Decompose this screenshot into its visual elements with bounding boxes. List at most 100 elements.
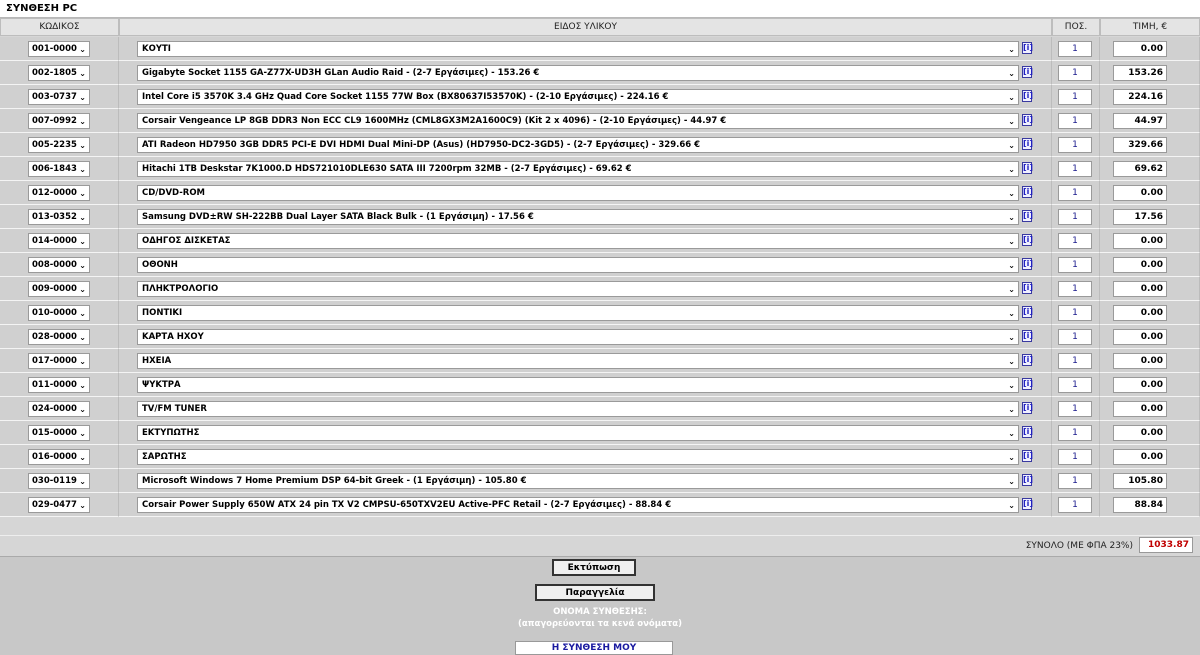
table-row: 009-0000 ⌄ ΠΛΗΚΤΡΟΛΟΓΙΟ ⌄ [i] 1 0.00 xyxy=(0,277,1200,301)
component-select[interactable]: ΣΑΡΩΤΗΣ ⌄ xyxy=(137,449,1019,465)
code-select[interactable]: 009-0000 ⌄ xyxy=(28,281,90,297)
code-value: 011-0000 xyxy=(32,380,77,390)
component-select[interactable]: Corsair Vengeance LP 8GB DDR3 Non ECC CL… xyxy=(137,113,1019,129)
info-icon[interactable]: [i] xyxy=(1022,378,1033,390)
info-icon[interactable]: [i] xyxy=(1022,186,1033,198)
quantity-input[interactable]: 1 xyxy=(1058,401,1092,417)
code-select[interactable]: 003-0737 ⌄ xyxy=(28,89,90,105)
info-icon[interactable]: [i] xyxy=(1022,330,1033,342)
component-select[interactable]: Hitachi 1TB Deskstar 7K1000.D HDS721010D… xyxy=(137,161,1019,177)
info-icon[interactable]: [i] xyxy=(1022,138,1033,150)
code-value: 015-0000 xyxy=(32,428,77,438)
component-select[interactable]: ΨΥΚΤΡΑ ⌄ xyxy=(137,377,1019,393)
quantity-input[interactable]: 1 xyxy=(1058,209,1092,225)
code-select[interactable]: 024-0000 ⌄ xyxy=(28,401,90,417)
code-select[interactable]: 016-0000 ⌄ xyxy=(28,449,90,465)
code-select[interactable]: 010-0000 ⌄ xyxy=(28,305,90,321)
composition-name-input[interactable]: Η ΣΥΝΘΕΣΗ ΜΟΥ xyxy=(515,641,673,655)
code-value: 014-0000 xyxy=(32,236,77,246)
table-row: 024-0000 ⌄ TV/FM TUNER ⌄ [i] 1 0.00 xyxy=(0,397,1200,421)
info-icon[interactable]: [i] xyxy=(1022,90,1033,102)
code-select[interactable]: 017-0000 ⌄ xyxy=(28,353,90,369)
quantity-input[interactable]: 1 xyxy=(1058,473,1092,489)
order-button[interactable]: Παραγγελία xyxy=(535,584,655,601)
info-icon[interactable]: [i] xyxy=(1022,450,1033,462)
quantity-input[interactable]: 1 xyxy=(1058,137,1092,153)
quantity-input[interactable]: 1 xyxy=(1058,353,1092,369)
code-select[interactable]: 029-0477 ⌄ xyxy=(28,497,90,513)
info-icon[interactable]: [i] xyxy=(1022,114,1033,126)
component-select[interactable]: ATI Radeon HD7950 3GB DDR5 PCI-E DVI HDM… xyxy=(137,137,1019,153)
component-select[interactable]: ΟΔΗΓΟΣ ΔΙΣΚΕΤΑΣ ⌄ xyxy=(137,233,1019,249)
component-select[interactable]: Samsung DVD±RW SH-222BB Dual Layer SATA … xyxy=(137,209,1019,225)
component-value: Microsoft Windows 7 Home Premium DSP 64-… xyxy=(142,476,527,486)
info-icon[interactable]: [i] xyxy=(1022,234,1033,246)
code-select[interactable]: 001-0000 ⌄ xyxy=(28,41,90,57)
quantity-input[interactable]: 1 xyxy=(1058,233,1092,249)
code-select[interactable]: 002-1805 ⌄ xyxy=(28,65,90,81)
component-select[interactable]: ΚΑΡΤΑ ΗΧΟΥ ⌄ xyxy=(137,329,1019,345)
quantity-input[interactable]: 1 xyxy=(1058,185,1092,201)
info-icon[interactable]: [i] xyxy=(1022,282,1033,294)
table-row: 008-0000 ⌄ ΟΘΟΝΗ ⌄ [i] 1 0.00 xyxy=(0,253,1200,277)
code-select[interactable]: 030-0119 ⌄ xyxy=(28,473,90,489)
code-value: 010-0000 xyxy=(32,308,77,318)
code-select[interactable]: 013-0352 ⌄ xyxy=(28,209,90,225)
quantity-input[interactable]: 1 xyxy=(1058,65,1092,81)
info-icon[interactable]: [i] xyxy=(1022,306,1033,318)
component-select[interactable]: Intel Core i5 3570K 3.4 GHz Quad Core So… xyxy=(137,89,1019,105)
page-title: ΣΥΝΘΕΣΗ PC xyxy=(6,3,78,14)
quantity-input[interactable]: 1 xyxy=(1058,257,1092,273)
component-select[interactable]: ΠΛΗΚΤΡΟΛΟΓΙΟ ⌄ xyxy=(137,281,1019,297)
quantity-input[interactable]: 1 xyxy=(1058,449,1092,465)
info-icon[interactable]: [i] xyxy=(1022,474,1033,486)
quantity-input[interactable]: 1 xyxy=(1058,113,1092,129)
code-select[interactable]: 008-0000 ⌄ xyxy=(28,257,90,273)
quantity-input[interactable]: 1 xyxy=(1058,377,1092,393)
component-value: ΟΔΗΓΟΣ ΔΙΣΚΕΤΑΣ xyxy=(142,236,231,246)
info-icon[interactable]: [i] xyxy=(1022,498,1033,510)
info-icon[interactable]: [i] xyxy=(1022,162,1033,174)
quantity-input[interactable]: 1 xyxy=(1058,89,1092,105)
info-icon[interactable]: [i] xyxy=(1022,426,1033,438)
print-button[interactable]: Εκτύπωση xyxy=(552,559,636,576)
chevron-down-icon: ⌄ xyxy=(79,261,86,270)
code-select[interactable]: 014-0000 ⌄ xyxy=(28,233,90,249)
code-select[interactable]: 011-0000 ⌄ xyxy=(28,377,90,393)
component-select[interactable]: ΕΚΤΥΠΩΤΗΣ ⌄ xyxy=(137,425,1019,441)
chevron-down-icon: ⌄ xyxy=(79,429,86,438)
price-value: 0.00 xyxy=(1113,449,1167,465)
quantity-input[interactable]: 1 xyxy=(1058,161,1092,177)
code-select[interactable]: 007-0992 ⌄ xyxy=(28,113,90,129)
quantity-input[interactable]: 1 xyxy=(1058,329,1092,345)
component-select[interactable]: ΗΧΕΙΑ ⌄ xyxy=(137,353,1019,369)
info-icon[interactable]: [i] xyxy=(1022,258,1033,270)
component-select[interactable]: ΚΟΥΤΙ ⌄ xyxy=(137,41,1019,57)
code-select[interactable]: 005-2235 ⌄ xyxy=(28,137,90,153)
quantity-input[interactable]: 1 xyxy=(1058,425,1092,441)
component-select[interactable]: Corsair Power Supply 650W ATX 24 pin TX … xyxy=(137,497,1019,513)
code-select[interactable]: 012-0000 ⌄ xyxy=(28,185,90,201)
code-select[interactable]: 015-0000 ⌄ xyxy=(28,425,90,441)
quantity-input[interactable]: 1 xyxy=(1058,41,1092,57)
component-select[interactable]: Gigabyte Socket 1155 GA-Z77X-UD3H GLan A… xyxy=(137,65,1019,81)
quantity-input[interactable]: 1 xyxy=(1058,497,1092,513)
component-select[interactable]: TV/FM TUNER ⌄ xyxy=(137,401,1019,417)
info-icon[interactable]: [i] xyxy=(1022,210,1033,222)
component-select[interactable]: ΠΟΝΤΙΚΙ ⌄ xyxy=(137,305,1019,321)
info-icon[interactable]: [i] xyxy=(1022,354,1033,366)
chevron-down-icon: ⌄ xyxy=(79,45,86,54)
info-icon[interactable]: [i] xyxy=(1022,42,1033,54)
code-select[interactable]: 006-1843 ⌄ xyxy=(28,161,90,177)
info-icon[interactable]: [i] xyxy=(1022,402,1033,414)
price-value: 0.00 xyxy=(1113,41,1167,57)
component-select[interactable]: ΟΘΟΝΗ ⌄ xyxy=(137,257,1019,273)
code-value: 024-0000 xyxy=(32,404,77,414)
component-select[interactable]: Microsoft Windows 7 Home Premium DSP 64-… xyxy=(137,473,1019,489)
quantity-input[interactable]: 1 xyxy=(1058,281,1092,297)
chevron-down-icon: ⌄ xyxy=(79,405,86,414)
quantity-input[interactable]: 1 xyxy=(1058,305,1092,321)
info-icon[interactable]: [i] xyxy=(1022,66,1033,78)
code-select[interactable]: 028-0000 ⌄ xyxy=(28,329,90,345)
component-select[interactable]: CD/DVD-ROM ⌄ xyxy=(137,185,1019,201)
